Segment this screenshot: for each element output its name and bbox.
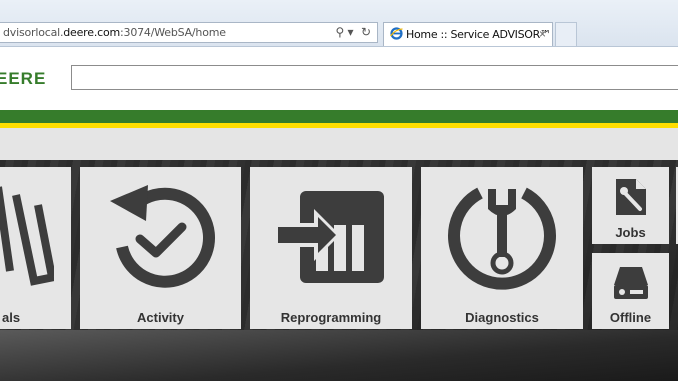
john-deere-logo[interactable]: EERE <box>0 69 46 89</box>
tile-activity[interactable]: Activity <box>80 167 241 329</box>
close-tab-icon[interactable]: × <box>539 27 546 41</box>
brand-stripe-green <box>0 110 678 123</box>
activity-history-icon <box>110 185 215 288</box>
tile-label: Offline <box>609 310 652 325</box>
reprogramming-icon <box>274 191 384 283</box>
browser-tab-home[interactable]: Home :: Service ADVISOR™ × <box>383 22 553 46</box>
new-tab-button[interactable] <box>555 22 577 46</box>
refresh-icon[interactable]: ↻ <box>361 25 371 39</box>
diagnostics-wrench-icon <box>448 187 556 290</box>
tile-label: als <box>2 310 21 325</box>
jobs-document-wrench-icon <box>616 179 646 215</box>
tile-label: Activity <box>137 310 184 325</box>
sub-toolbar <box>0 128 678 160</box>
search-dropdown-icon[interactable]: ⚲ ▾ <box>335 25 353 39</box>
tile-label: Diagnostics <box>465 310 539 325</box>
tile-offline[interactable]: Offline <box>592 253 669 329</box>
address-bar[interactable]: dvisorlocal.deere.com:3074/WebSA/home ⚲ … <box>0 22 378 43</box>
browser-chrome: dvisorlocal.deere.com:3074/WebSA/home ⚲ … <box>0 0 678 47</box>
manuals-icon <box>0 186 54 286</box>
tile-jobs[interactable]: Jobs <box>592 167 669 244</box>
app-header: EERE <box>0 47 678 110</box>
tile-reprogramming[interactable]: Reprogramming <box>250 167 412 329</box>
tab-title: Home :: Service ADVISOR™ <box>406 28 551 41</box>
tile-manuals[interactable]: als <box>0 167 71 329</box>
ie-logo-icon <box>390 27 403 40</box>
search-input[interactable] <box>71 65 678 90</box>
offline-drive-icon <box>614 267 648 299</box>
address-url[interactable]: dvisorlocal.deere.com:3074/WebSA/home <box>3 26 226 39</box>
tile-label: Jobs <box>615 225 646 240</box>
tile-label: Reprogramming <box>280 310 382 325</box>
tile-diagnostics[interactable]: Diagnostics <box>421 167 583 329</box>
